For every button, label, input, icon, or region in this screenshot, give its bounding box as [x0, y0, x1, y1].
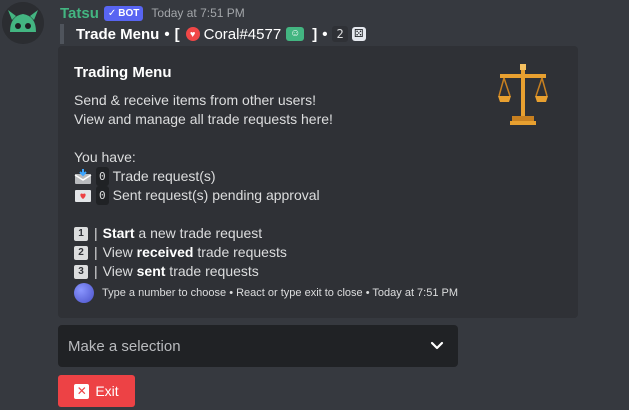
- embed-description: Send & receive items from other users! V…: [74, 91, 562, 281]
- sent-requests-row: 0 Sent request(s) pending approval: [74, 186, 562, 205]
- footer-avatar-icon: [74, 283, 94, 303]
- option-row-1: 1 | Start a new trade request: [74, 224, 562, 243]
- option-2-post: trade requests: [193, 244, 287, 260]
- love-letter-icon: [74, 189, 92, 203]
- bullet: •: [164, 25, 170, 43]
- option-2-pre: View: [102, 244, 137, 260]
- bot-tag-label: BOT: [118, 7, 140, 19]
- select-placeholder: Make a selection: [68, 337, 181, 355]
- close-icon: ✕: [74, 383, 90, 399]
- option-row-3: 3 | View sent trade requests: [74, 262, 562, 281]
- balance-scale-icon: [498, 64, 548, 125]
- trade-menu-line: Trade Menu • [ ♥ Coral#4577 ☺ ] • 2 ⚄: [60, 24, 366, 44]
- sent-request-label: Sent request(s) pending approval: [112, 187, 320, 203]
- keycap-1-icon: 1: [74, 226, 88, 241]
- username[interactable]: Tatsu: [60, 5, 99, 22]
- bot-tag: ✓ BOT: [103, 5, 144, 21]
- desc-line-2: View and manage all trade requests here!: [74, 111, 333, 127]
- option-1-bold: Start: [102, 225, 135, 241]
- exit-button[interactable]: ✕ Exit: [58, 375, 135, 407]
- embed-footer: Type a number to choose • React or type …: [74, 283, 458, 303]
- option-2-bold: received: [136, 244, 194, 260]
- check-icon: ✓: [107, 7, 117, 19]
- pipe: |: [94, 225, 98, 241]
- option-3-bold: sent: [136, 263, 166, 279]
- inbox-icon: [74, 168, 92, 185]
- message-header: Tatsu ✓ BOT Today at 7:51 PM: [60, 4, 245, 22]
- dice-icon: ⚄: [351, 27, 366, 41]
- option-3-post: trade requests: [165, 263, 259, 279]
- you-have-label: You have:: [74, 149, 136, 165]
- keycap-2-icon: 2: [74, 245, 88, 260]
- option-row-2: 2 | View received trade requests: [74, 243, 562, 262]
- embed-title: Trading Menu: [74, 64, 172, 81]
- trade-menu-title: Trade Menu: [76, 25, 160, 43]
- trade-count: 2: [332, 26, 348, 42]
- tatsu-avatar-icon: [2, 2, 44, 44]
- exit-button-label: Exit: [95, 383, 119, 399]
- keycap-3-icon: 3: [74, 264, 88, 279]
- trade-requests-row: 0 Trade request(s): [74, 167, 562, 186]
- chevron-down-icon: [430, 341, 444, 350]
- pipe: |: [94, 244, 98, 260]
- sent-request-count: 0: [96, 186, 109, 205]
- open-bracket: [: [174, 25, 180, 43]
- pipe: |: [94, 263, 98, 279]
- desc-line-1: Send & receive items from other users!: [74, 92, 316, 108]
- option-1-post: a new trade request: [134, 225, 263, 241]
- trade-request-count: 0: [96, 167, 109, 186]
- avatar[interactable]: [2, 2, 44, 44]
- trade-request-label: Trade request(s): [112, 168, 216, 184]
- footer-text: Type a number to choose • React or type …: [102, 287, 459, 299]
- bullet-2: •: [322, 25, 328, 43]
- timestamp[interactable]: Today at 7:51 PM: [151, 6, 244, 20]
- option-3-pre: View: [102, 263, 137, 279]
- selection-dropdown[interactable]: Make a selection: [58, 325, 458, 367]
- close-bracket: ]: [312, 25, 318, 43]
- emoji-icon: ☺: [286, 27, 305, 41]
- trade-user: Coral#4577: [203, 25, 282, 43]
- heart-icon: ♥: [185, 27, 200, 41]
- trading-menu-embed: Trading Menu Send & receive items from o…: [58, 46, 578, 318]
